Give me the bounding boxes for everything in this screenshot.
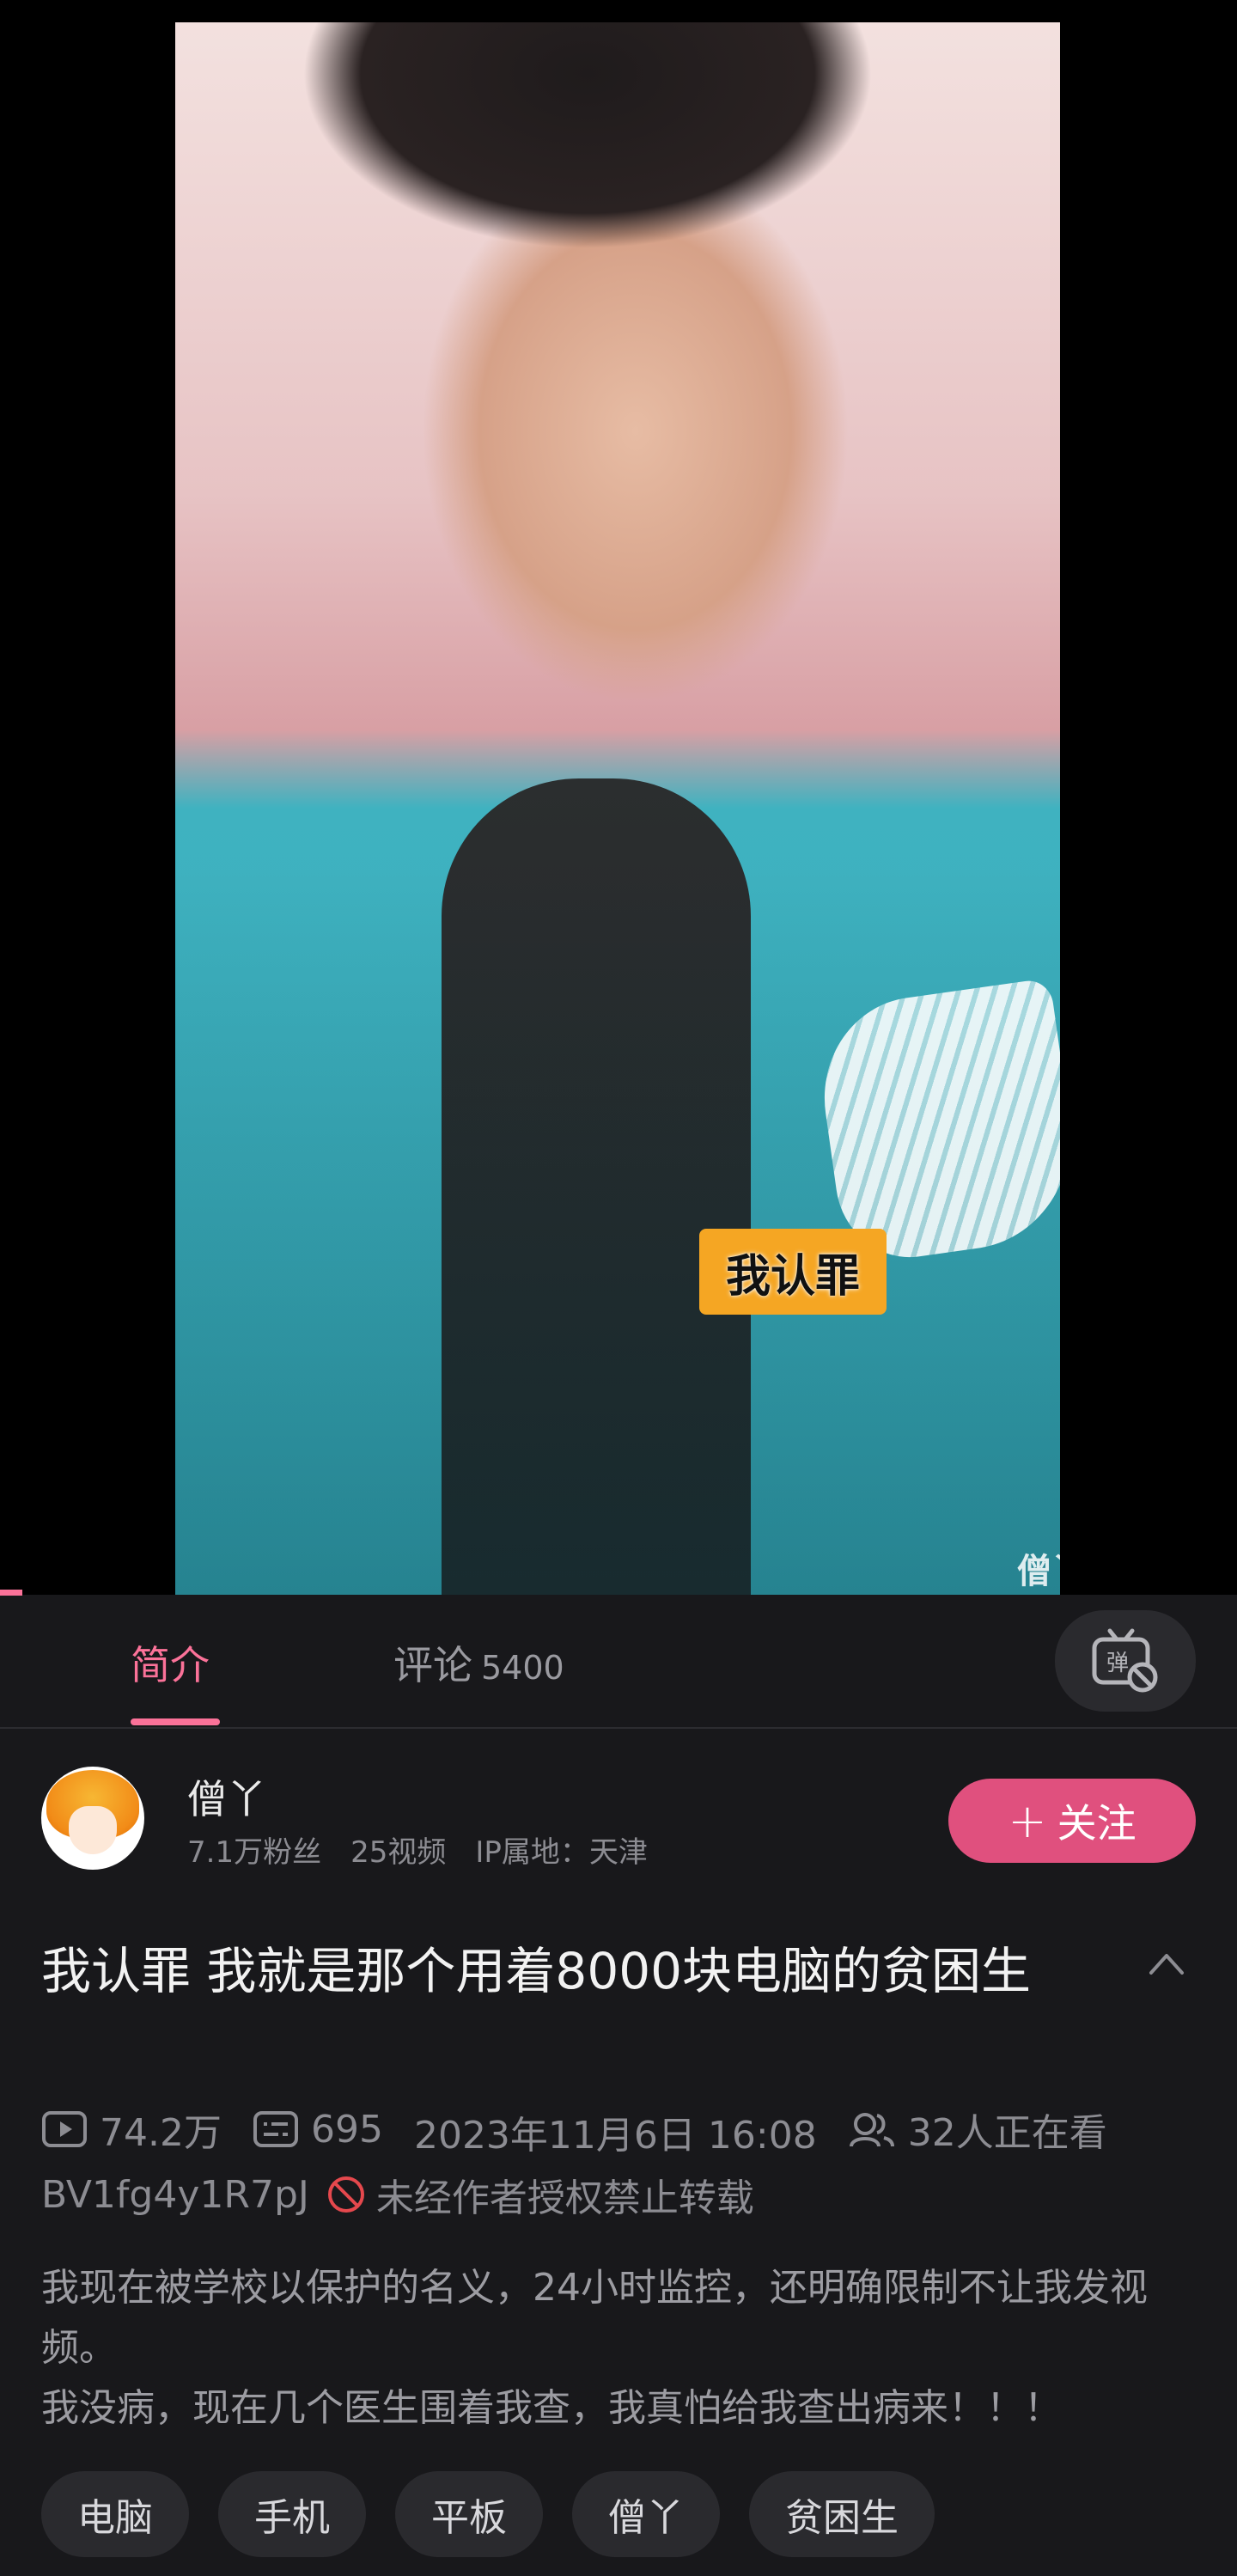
video-person-hair xyxy=(210,22,966,280)
no-repost-icon xyxy=(327,2176,364,2213)
video-subtitle: 我认罪 xyxy=(699,1229,887,1315)
tag-item[interactable]: 贫困生 xyxy=(749,2471,935,2557)
svg-text:弹: 弹 xyxy=(1106,1651,1129,1676)
video-title: 我认罪 我就是那个用着8000块电脑的贫困生 xyxy=(41,1942,1032,2000)
watching-now: 32人正在看 xyxy=(848,2102,1107,2157)
video-description: 我现在被学校以保护的名义，24小时监控，还明确限制不让我发视频。 我没病，现在几… xyxy=(41,2258,1210,2439)
uploader-name[interactable]: 僧丫 xyxy=(187,1768,266,1825)
follow-button[interactable]: + 关注 xyxy=(948,1779,1196,1863)
danmaku-count-icon xyxy=(253,2111,298,2147)
publish-date: 2023年11月6日 16:08 xyxy=(413,2114,817,2158)
uploader-ip-location: IP属地：天津 xyxy=(475,1835,648,1870)
tab-intro[interactable]: 简介 xyxy=(131,1634,210,1691)
follow-button-label: 关注 xyxy=(1057,1800,1136,1847)
danmaku-count: 695 xyxy=(253,2108,383,2152)
danmaku-count-value: 695 xyxy=(310,2107,383,2152)
uploader-followers: 7.1万粉丝 xyxy=(187,1835,322,1870)
video-stats: 74.2万 695 2023年11月6日 16:08 32人正在看 xyxy=(41,2102,1126,2159)
plus-icon: + xyxy=(1008,1793,1047,1848)
danmaku-off-icon: 弹 xyxy=(1092,1628,1158,1693)
play-count-icon xyxy=(42,2111,87,2147)
avatar-face xyxy=(69,1806,117,1854)
tag-list: 电脑 手机 平板 僧丫 贫困生 xyxy=(41,2471,964,2557)
tag-item[interactable]: 僧丫 xyxy=(572,2471,720,2557)
uploader-stats: 7.1万粉丝 25视频 IP属地：天津 xyxy=(187,1828,677,1871)
repost-notice: 未经作者授权禁止转载 xyxy=(375,2176,754,2220)
uploader-avatar[interactable] xyxy=(41,1767,144,1870)
viewers-icon xyxy=(849,2113,894,2147)
chevron-up-icon[interactable] xyxy=(1148,1950,1185,1976)
video-player[interactable]: 我认罪 僧丫 bilibili xyxy=(0,0,1237,1596)
danmaku-toggle-button[interactable]: 弹 xyxy=(1055,1610,1196,1712)
description-line: 我没病，现在几个医生围着我查，我真怕给我查出病来！！！ xyxy=(41,2386,1062,2430)
tag-item[interactable]: 平板 xyxy=(395,2471,543,2557)
view-count-value: 74.2万 xyxy=(100,2111,222,2155)
bvid: BV1fg4y1R7pJ xyxy=(41,2172,309,2217)
uploader-video-count: 25视频 xyxy=(350,1835,447,1870)
uploader-info: 僧丫 7.1万粉丝 25视频 IP属地：天津 + 关注 xyxy=(0,1744,1237,1873)
description-line: 我现在被学校以保护的名义，24小时监控，还明确限制不让我发视频。 xyxy=(41,2266,1148,2370)
view-count: 74.2万 xyxy=(41,2102,222,2157)
tag-item[interactable]: 手机 xyxy=(218,2471,366,2557)
video-id-row: BV1fg4y1R7pJ 未经作者授权禁止转载 xyxy=(41,2167,754,2222)
tag-item[interactable]: 电脑 xyxy=(41,2471,189,2557)
tab-comments[interactable]: 评论 5400 xyxy=(393,1634,564,1691)
comments-count: 5400 xyxy=(481,1649,564,1687)
tab-active-indicator xyxy=(131,1718,220,1725)
video-frame[interactable]: 我认罪 僧丫 bilibili xyxy=(175,22,1060,1595)
watching-now-value: 32人正在看 xyxy=(907,2111,1107,2155)
video-watermark: 僧丫 bilibili xyxy=(1017,1552,1060,1591)
video-progress-bar[interactable] xyxy=(0,1590,22,1596)
tab-bar: 简介 评论 5400 弹 xyxy=(0,1596,1237,1729)
tab-comments-label: 评论 xyxy=(393,1642,472,1688)
